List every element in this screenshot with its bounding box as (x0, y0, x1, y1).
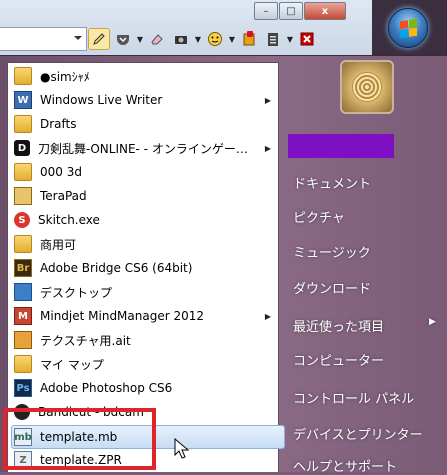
chevron-down-icon[interactable]: ▼ (136, 28, 144, 50)
smiley-icon[interactable] (204, 28, 226, 50)
photoshop-icon: Ps (14, 379, 32, 397)
close-button[interactable]: x (304, 2, 346, 20)
browser-window: – □ x ▼ ▼ ▼ ▼ (0, 0, 373, 60)
program-item[interactable]: Z template.ZPR (12, 449, 274, 471)
abp-icon[interactable] (296, 28, 318, 50)
submenu-arrow-icon: ▶ (264, 95, 272, 105)
program-item[interactable]: TeraPad (12, 185, 274, 207)
user-avatar[interactable] (340, 60, 394, 114)
program-item[interactable]: Drafts (12, 113, 274, 135)
chevron-down-icon[interactable]: ▼ (228, 28, 236, 50)
zbrush-file-icon: Z (14, 451, 32, 469)
program-item[interactable]: 000 3d (12, 161, 274, 183)
dmm-icon: D (14, 140, 30, 156)
program-item[interactable]: デスクトップ (12, 281, 274, 303)
chevron-down-icon[interactable]: ▼ (286, 28, 294, 50)
minimize-button[interactable]: – (254, 2, 278, 20)
clipboard-icon[interactable] (262, 28, 284, 50)
menu-recent-items[interactable]: 最近使った項目 ▶ (293, 316, 436, 335)
program-item[interactable]: Bandicut - bdcam (12, 401, 274, 423)
address-bar[interactable] (0, 27, 87, 51)
mouse-cursor-icon (174, 438, 190, 459)
menu-downloads[interactable]: ダウンロード (293, 278, 371, 297)
menu-devices-printers[interactable]: デバイスとプリンター (293, 424, 423, 443)
submenu-arrow-icon: ▶ (264, 311, 272, 321)
program-item[interactable]: mb template.mb (11, 425, 285, 449)
menu-music[interactable]: ミュージック (293, 242, 371, 261)
windows-logo-icon (399, 18, 417, 38)
desktop-icon (14, 283, 32, 301)
ait-file-icon (14, 331, 32, 349)
program-item[interactable]: W Windows Live Writer ▶ (12, 89, 274, 111)
maya-file-icon: mb (14, 428, 32, 446)
pen-icon[interactable] (88, 28, 110, 50)
folder-icon (14, 115, 32, 133)
bridge-icon: Br (14, 259, 32, 277)
program-item[interactable]: マイ マップ (12, 353, 274, 375)
folder-icon (14, 163, 32, 181)
maximize-button[interactable]: □ (279, 2, 303, 20)
user-name-block[interactable] (288, 134, 394, 158)
menu-pictures[interactable]: ピクチャ (293, 207, 345, 226)
program-item[interactable]: ●simｼｬﾒ (12, 65, 274, 87)
program-item[interactable]: テクスチャ用.ait (12, 329, 274, 351)
pocket-icon[interactable] (112, 28, 134, 50)
menu-computer[interactable]: コンピューター (293, 350, 384, 369)
start-button[interactable] (388, 8, 428, 48)
writer-icon: W (14, 91, 32, 109)
browser-toolbar: ▼ ▼ ▼ ▼ (88, 27, 318, 51)
menu-documents[interactable]: ドキュメント (293, 173, 371, 192)
program-item[interactable]: 商用可 (12, 233, 274, 255)
terapad-icon (14, 187, 32, 205)
eraser-icon[interactable] (146, 28, 168, 50)
window-controls: – □ x (254, 2, 346, 20)
program-item[interactable]: Ps Adobe Photoshop CS6 (12, 377, 274, 399)
program-item[interactable]: D 刀剣乱舞-ONLINE- - オンラインゲー… ▶ (12, 137, 274, 159)
camera-icon[interactable] (170, 28, 192, 50)
folder-icon (14, 67, 32, 85)
bandicut-icon (14, 404, 30, 420)
notification-icon[interactable] (238, 28, 260, 50)
program-item[interactable]: S Skitch.exe (12, 209, 274, 231)
menu-control-panel[interactable]: コントロール パネル (293, 388, 414, 407)
programs-list: ●simｼｬﾒ W Windows Live Writer ▶ Drafts D… (7, 62, 285, 472)
program-item[interactable]: M Mindjet MindManager 2012 ▶ (12, 305, 274, 327)
folder-icon (14, 235, 32, 253)
menu-help-support[interactable]: ヘルプとサポート (293, 456, 397, 475)
folder-icon (14, 355, 32, 373)
mindjet-icon: M (14, 307, 32, 325)
chevron-down-icon[interactable]: ▼ (194, 28, 202, 50)
program-item[interactable]: Br Adobe Bridge CS6 (64bit) (12, 257, 274, 279)
submenu-arrow-icon: ▶ (429, 317, 436, 327)
submenu-arrow-icon: ▶ (264, 143, 272, 153)
skitch-icon: S (14, 212, 30, 228)
